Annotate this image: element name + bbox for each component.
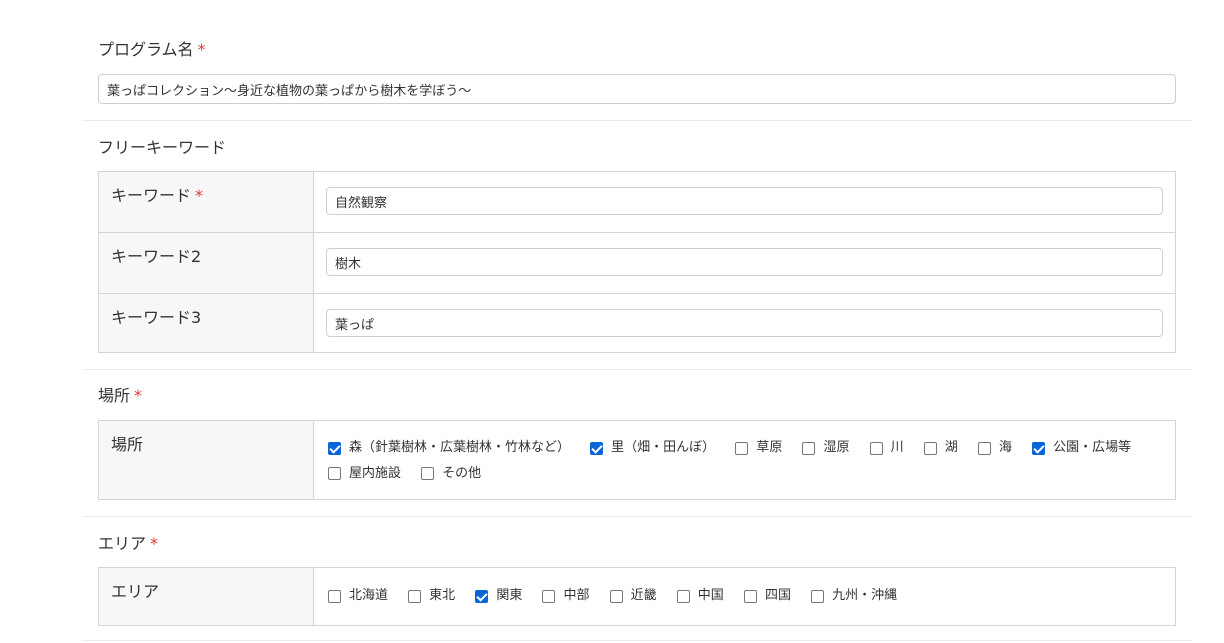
checkbox-unchecked[interactable] bbox=[802, 441, 816, 455]
divider bbox=[82, 369, 1192, 370]
required-mark: * bbox=[150, 534, 159, 553]
required-mark: * bbox=[134, 386, 143, 405]
area-section-label-text: エリア bbox=[98, 534, 147, 553]
checkbox-unchecked[interactable] bbox=[811, 589, 825, 603]
checkbox-label: 屋内施設 bbox=[349, 465, 402, 481]
checkbox-unchecked[interactable] bbox=[328, 589, 341, 603]
area-table: エリア 北海道 東北 関東 中部 近畿 中国 四国 九州・沖縄 bbox=[98, 567, 1176, 626]
checkbox-label: 四国 bbox=[764, 588, 791, 603]
keywords-section-label: フリーキーワード bbox=[98, 138, 227, 157]
area-option-kanto[interactable]: 関東 bbox=[475, 585, 522, 607]
area-option-hokkaido[interactable]: 北海道 bbox=[328, 585, 388, 607]
checkbox-label: 海 bbox=[998, 440, 1012, 455]
checkbox-unchecked[interactable] bbox=[977, 441, 991, 455]
divider bbox=[82, 640, 1192, 641]
area-section-label: エリア * bbox=[98, 534, 158, 554]
area-option-tohoku[interactable]: 東北 bbox=[408, 585, 455, 607]
place-option-sea[interactable]: 海 bbox=[977, 437, 1012, 459]
keyword-2-input[interactable] bbox=[326, 248, 1163, 276]
required-mark: * bbox=[197, 40, 206, 59]
checkbox-checked[interactable] bbox=[475, 589, 489, 603]
area-option-kinki[interactable]: 近畿 bbox=[609, 585, 657, 607]
divider bbox=[82, 516, 1192, 517]
divider bbox=[82, 120, 1192, 121]
checkbox-label: 公園・広場等 bbox=[1053, 440, 1132, 455]
area-checkbox-group: 北海道 東北 関東 中部 近畿 中国 四国 九州・沖縄 bbox=[328, 585, 1155, 611]
program-name-label-text: プログラム名 bbox=[98, 40, 194, 59]
checkbox-label: 湿原 bbox=[823, 440, 850, 455]
checkbox-unchecked[interactable] bbox=[735, 441, 749, 455]
checkbox-unchecked[interactable] bbox=[609, 589, 623, 603]
place-option-forest[interactable]: 森（針葉樹林・広葉樹林・竹林など） bbox=[328, 437, 570, 459]
checkbox-unchecked[interactable] bbox=[743, 589, 757, 603]
keyword-1-cell bbox=[314, 172, 1175, 232]
checkbox-unchecked[interactable] bbox=[408, 589, 422, 603]
checkbox-checked[interactable] bbox=[590, 441, 604, 455]
place-option-river[interactable]: 川 bbox=[869, 437, 904, 459]
checkbox-label: 北海道 bbox=[349, 588, 389, 603]
place-row-label: 場所 bbox=[99, 421, 314, 499]
checkbox-label: 関東 bbox=[496, 588, 523, 603]
keyword-2-cell bbox=[314, 233, 1175, 293]
checkbox-unchecked[interactable] bbox=[676, 589, 690, 603]
checkbox-label: 草原 bbox=[756, 440, 783, 455]
keyword-1-label-text: キーワード bbox=[111, 186, 192, 205]
checkbox-label: 中国 bbox=[697, 588, 724, 603]
checkbox-label: 森（針葉樹林・広葉樹林・竹林など） bbox=[349, 440, 571, 455]
keyword-3-label: キーワード3 bbox=[99, 294, 314, 352]
place-option-park[interactable]: 公園・広場等 bbox=[1032, 437, 1131, 459]
checkbox-label: 湖 bbox=[944, 440, 958, 455]
place-row: 場所 森（針葉樹林・広葉樹林・竹林など） 里（畑・田んぼ） 草原 湿原 川 湖 … bbox=[99, 421, 1175, 499]
keyword-3-label-text: キーワード3 bbox=[111, 308, 202, 327]
checkbox-unchecked[interactable] bbox=[923, 441, 937, 455]
place-section-label: 場所 * bbox=[98, 386, 142, 406]
required-mark: * bbox=[195, 186, 204, 205]
keyword-row-3: キーワード3 bbox=[99, 294, 1175, 352]
keyword-1-label: キーワード * bbox=[99, 172, 314, 232]
place-options-cell: 森（針葉樹林・広葉樹林・竹林など） 里（畑・田んぼ） 草原 湿原 川 湖 海 公… bbox=[314, 421, 1175, 499]
place-option-wetland[interactable]: 湿原 bbox=[802, 437, 849, 459]
checkbox-label: 東北 bbox=[429, 588, 456, 603]
area-options-cell: 北海道 東北 関東 中部 近畿 中国 四国 九州・沖縄 bbox=[314, 568, 1175, 625]
place-table: 場所 森（針葉樹林・広葉樹林・竹林など） 里（畑・田んぼ） 草原 湿原 川 湖 … bbox=[98, 420, 1176, 500]
checkbox-unchecked[interactable] bbox=[421, 467, 435, 480]
keyword-3-input[interactable] bbox=[326, 309, 1163, 337]
program-name-input[interactable] bbox=[98, 74, 1176, 104]
checkbox-label: その他 bbox=[442, 465, 482, 481]
place-option-indoor[interactable]: 屋内施設 bbox=[328, 463, 401, 485]
checkbox-label: 川 bbox=[890, 440, 904, 455]
area-row: エリア 北海道 東北 関東 中部 近畿 中国 四国 九州・沖縄 bbox=[99, 568, 1175, 625]
program-name-label: プログラム名 * bbox=[98, 40, 206, 60]
place-section-label-text: 場所 bbox=[98, 386, 131, 405]
place-option-satoyama[interactable]: 里（畑・田んぼ） bbox=[590, 437, 715, 459]
place-option-lake[interactable]: 湖 bbox=[923, 437, 958, 459]
place-option-other[interactable]: その他 bbox=[421, 463, 481, 485]
checkbox-unchecked[interactable] bbox=[328, 467, 341, 480]
keyword-2-label-text: キーワード2 bbox=[111, 247, 202, 266]
area-option-shikoku[interactable]: 四国 bbox=[743, 585, 791, 607]
checkbox-label: 里（畑・田んぼ） bbox=[611, 440, 716, 455]
checkbox-label: 中部 bbox=[563, 588, 590, 603]
keywords-table: キーワード* キーワード2 キーワード3 bbox=[98, 171, 1176, 353]
keyword-row-2: キーワード2 bbox=[99, 233, 1175, 294]
area-option-chubu[interactable]: 中部 bbox=[542, 585, 589, 607]
area-row-label: エリア bbox=[99, 568, 314, 625]
keyword-3-cell bbox=[314, 294, 1175, 352]
keyword-row-1: キーワード * bbox=[99, 172, 1175, 233]
area-option-chugoku[interactable]: 中国 bbox=[676, 585, 724, 607]
checkbox-label: 九州・沖縄 bbox=[832, 588, 898, 603]
checkbox-checked[interactable] bbox=[1032, 441, 1046, 455]
place-option-grassland[interactable]: 草原 bbox=[735, 437, 782, 459]
area-option-kyushu-okinawa[interactable]: 九州・沖縄 bbox=[811, 585, 897, 607]
checkbox-checked[interactable] bbox=[328, 441, 341, 455]
keyword-1-input[interactable] bbox=[326, 187, 1163, 215]
checkbox-label: 近畿 bbox=[630, 588, 657, 603]
checkbox-unchecked[interactable] bbox=[542, 589, 556, 603]
place-checkbox-group: 森（針葉樹林・広葉樹林・竹林など） 里（畑・田んぼ） 草原 湿原 川 湖 海 公… bbox=[328, 437, 1155, 488]
checkbox-unchecked[interactable] bbox=[869, 441, 883, 455]
keyword-2-label: キーワード2 bbox=[99, 233, 314, 293]
